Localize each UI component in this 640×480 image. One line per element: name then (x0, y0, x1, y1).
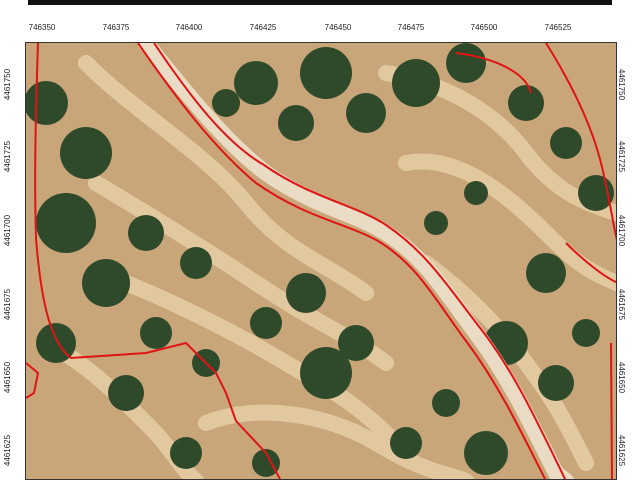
x-coord-label: 746425 (249, 23, 277, 32)
x-coord-label: 746500 (470, 23, 498, 32)
x-coord-label: 746475 (397, 23, 425, 32)
aerial-map (26, 43, 616, 479)
y-coord-label-right: 4461725 (617, 140, 627, 173)
y-coord-label-right: 4461700 (617, 214, 627, 247)
y-coord-label-left: 4461725 (3, 140, 13, 173)
title-bar (28, 0, 612, 5)
x-coord-label: 746375 (102, 23, 130, 32)
x-coord-label: 746525 (544, 23, 572, 32)
y-coord-label-right: 4461625 (617, 434, 627, 467)
y-coord-label-right: 4461750 (617, 68, 627, 101)
map-frame[interactable] (25, 42, 617, 480)
y-coord-label-left: 4461675 (3, 288, 13, 321)
y-coord-label-right: 4461675 (617, 288, 627, 321)
x-coord-label: 746400 (175, 23, 203, 32)
x-coord-label: 746350 (28, 23, 56, 32)
y-coord-label-left: 4461700 (3, 214, 13, 247)
x-coord-label: 746450 (324, 23, 352, 32)
y-coord-label-left: 4461625 (3, 434, 13, 467)
y-coord-label-left: 4461650 (3, 361, 13, 394)
y-coord-label-left: 4461750 (3, 68, 13, 101)
y-coord-label-right: 4461650 (617, 361, 627, 394)
